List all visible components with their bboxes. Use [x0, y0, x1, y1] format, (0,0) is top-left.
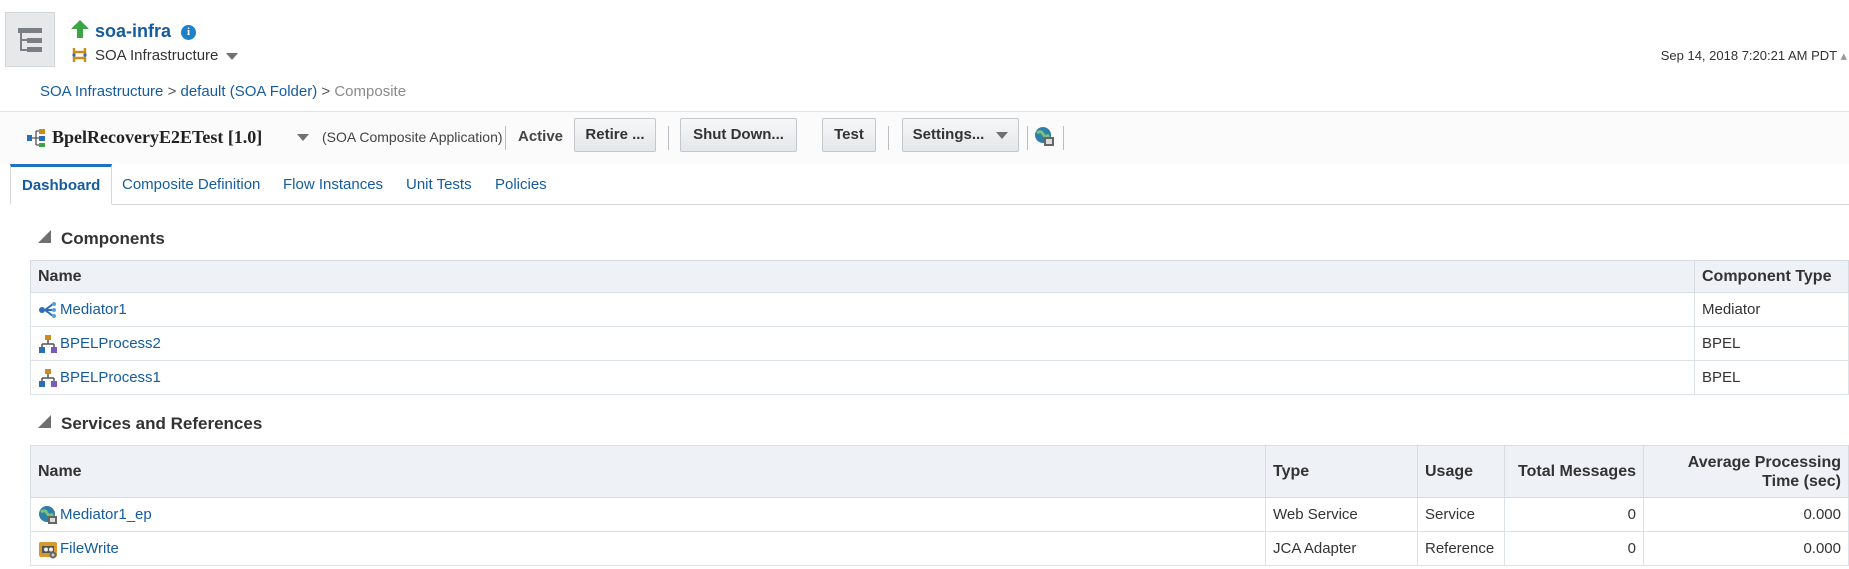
component-type-cell: Mediator: [1694, 292, 1849, 327]
column-header-component-type[interactable]: Component Type: [1694, 260, 1849, 293]
column-header-name[interactable]: Name: [30, 260, 1695, 293]
collapse-triangle-icon: [38, 415, 51, 428]
tree-view-icon: [18, 27, 42, 52]
service-usage-cell: Reference: [1417, 531, 1505, 566]
toolbar-divider: [668, 126, 669, 150]
toolbar-divider: [1063, 126, 1064, 150]
web-service-globe-icon[interactable]: [1033, 125, 1055, 147]
up-status-icon: [71, 20, 89, 38]
toolbar-divider: [505, 126, 506, 150]
total-messages-cell: 0: [1504, 531, 1644, 566]
average-processing-time-cell: 0.000: [1643, 497, 1849, 532]
tab-policies[interactable]: Policies: [495, 164, 547, 204]
composite-state: Active: [518, 128, 564, 145]
refresh-icon[interactable]: ▴: [1840, 48, 1847, 63]
column-header-total-messages[interactable]: Total Messages: [1504, 445, 1644, 498]
test-button[interactable]: Test: [822, 118, 876, 152]
shut-down-button[interactable]: Shut Down...: [680, 118, 797, 152]
table-row: Mediator1_ep Web Service Service 0 0.000: [30, 497, 1849, 532]
collapse-triangle-icon: [38, 230, 51, 243]
service-usage-cell: Service: [1417, 497, 1505, 532]
table-row: BPELProcess1 BPEL: [30, 360, 1849, 395]
breadcrumb-current: Composite: [334, 83, 407, 100]
page-refresh-timestamp: Sep 14, 2018 7:20:21 AM PDT ▴: [1660, 48, 1847, 63]
bpel-process-icon: [39, 334, 57, 353]
settings-menu-button[interactable]: Settings...: [902, 118, 1019, 152]
table-row: FileWrite JCA Adapter Reference 0 0.000: [30, 531, 1849, 566]
soa-infrastructure-icon: [72, 48, 87, 62]
mediator-icon: [39, 301, 56, 318]
service-type-cell: Web Service: [1265, 497, 1418, 532]
column-header-average-processing-time[interactable]: Average Processing Time (sec): [1643, 445, 1849, 498]
jca-adapter-icon: [39, 541, 57, 558]
services-references-title: Services and References: [61, 414, 263, 433]
breadcrumb-separator: >: [167, 83, 177, 100]
total-messages-cell: 0: [1504, 497, 1644, 532]
components-section-header[interactable]: Components: [38, 229, 165, 249]
table-row: Mediator1 Mediator: [30, 292, 1849, 327]
chevron-down-icon: [996, 131, 1009, 139]
toolbar-divider: [888, 126, 889, 150]
target-menu-label: SOA Infrastructure: [95, 47, 219, 64]
components-table: Name Component Type Mediator1 Mediator B…: [30, 260, 1849, 395]
breadcrumb-soa-folder[interactable]: default (SOA Folder): [181, 83, 318, 100]
services-references-table: Name Type Usage Total Messages Average P…: [30, 445, 1849, 566]
table-row: BPELProcess2 BPEL: [30, 326, 1849, 361]
tab-dashboard[interactable]: Dashboard: [10, 164, 113, 205]
component-link[interactable]: BPELProcess2: [60, 335, 161, 352]
info-icon[interactable]: i: [181, 25, 196, 40]
column-header-name[interactable]: Name: [30, 445, 1266, 498]
average-processing-time-cell: 0.000: [1643, 531, 1849, 566]
composite-type-label: (SOA Composite Application): [322, 129, 503, 145]
reference-link[interactable]: FileWrite: [60, 540, 119, 557]
breadcrumb: SOA Infrastructure > default (SOA Folder…: [40, 83, 406, 100]
toolbar-divider: [1027, 126, 1028, 150]
navigator-toggle-button[interactable]: [5, 12, 55, 67]
breadcrumb-separator: >: [321, 83, 331, 100]
chevron-down-icon[interactable]: [297, 134, 309, 141]
composite-icon: [27, 129, 45, 147]
tab-composite-definition[interactable]: Composite Definition: [122, 164, 260, 204]
composite-name-menu[interactable]: BpelRecoveryE2ETest [1.0]: [52, 127, 262, 148]
tab-flow-instances[interactable]: Flow Instances: [283, 164, 383, 204]
tab-unit-tests[interactable]: Unit Tests: [406, 164, 472, 204]
web-service-icon: [39, 505, 57, 524]
service-link[interactable]: Mediator1_ep: [60, 506, 152, 523]
component-type-cell: BPEL: [1694, 360, 1849, 395]
app-title: soa-infra: [95, 21, 172, 41]
component-link[interactable]: BPELProcess1: [60, 369, 161, 386]
component-link[interactable]: Mediator1: [60, 301, 127, 318]
bpel-process-icon: [39, 368, 57, 387]
retire-button[interactable]: Retire ...: [574, 118, 656, 152]
composite-tabs: Dashboard Composite Definition Flow Inst…: [10, 164, 1849, 205]
column-header-type[interactable]: Type: [1265, 445, 1418, 498]
composite-toolbar: BpelRecoveryE2ETest [1.0] (SOA Composite…: [0, 111, 1849, 164]
components-title: Components: [61, 229, 165, 248]
component-type-cell: BPEL: [1694, 326, 1849, 361]
target-navigation-menu[interactable]: SOA Infrastructure: [95, 47, 239, 64]
chevron-down-icon: [226, 52, 239, 60]
breadcrumb-soa-infrastructure[interactable]: SOA Infrastructure: [40, 83, 163, 100]
settings-label: Settings...: [912, 126, 985, 143]
column-header-usage[interactable]: Usage: [1417, 445, 1505, 498]
services-references-section-header[interactable]: Services and References: [38, 414, 262, 434]
service-type-cell: JCA Adapter: [1265, 531, 1418, 566]
